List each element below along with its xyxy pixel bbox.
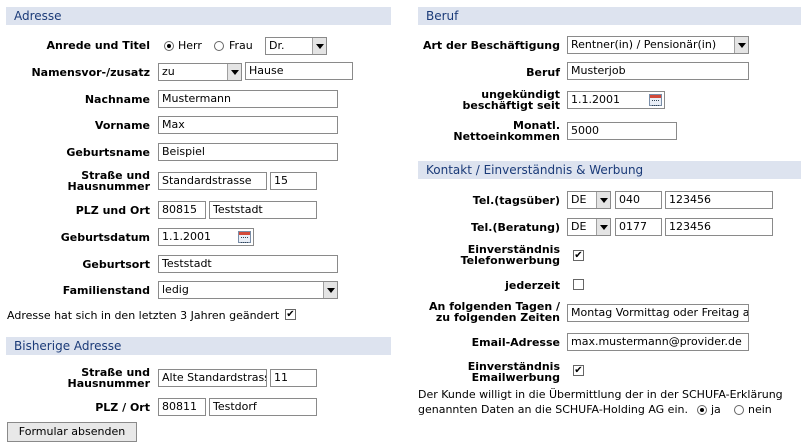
chevron-down-icon bbox=[596, 192, 610, 208]
job-input[interactable]: Musterjob bbox=[567, 62, 749, 80]
name-prefix-select[interactable]: zu bbox=[158, 63, 242, 81]
days-label-2: zu folgenden Zeiten bbox=[435, 311, 560, 324]
schufa-no-radio[interactable] bbox=[734, 405, 744, 415]
phone-consent-label-2: Telefonwerbung bbox=[460, 254, 560, 267]
chevron-down-icon bbox=[323, 282, 337, 298]
marital-select[interactable]: ledig bbox=[158, 281, 338, 299]
mr-radio[interactable] bbox=[164, 41, 174, 51]
chevron-down-icon bbox=[734, 37, 748, 53]
email-input[interactable]: max.mustermann@provider.de bbox=[567, 333, 749, 351]
job-section-header: Beruf bbox=[418, 7, 801, 25]
calendar-icon[interactable] bbox=[649, 94, 662, 106]
calendar-icon[interactable] bbox=[238, 231, 251, 243]
email-consent-checkbox[interactable]: ✔ bbox=[573, 365, 584, 376]
contact-section-header: Kontakt / Einverständnis & Werbung bbox=[418, 161, 801, 179]
birthplace-input[interactable]: Teststadt bbox=[158, 255, 338, 273]
city-input[interactable]: Teststadt bbox=[209, 201, 317, 219]
since-label-2: beschäftigt seit bbox=[462, 99, 560, 112]
phone-advice-number-input[interactable]: 123456 bbox=[665, 218, 773, 236]
phone-day-country-value: DE bbox=[571, 193, 587, 206]
phone-consent-checkbox[interactable]: ✔ bbox=[573, 250, 584, 261]
marital-value: ledig bbox=[162, 283, 189, 296]
phone-advice-country-value: DE bbox=[571, 220, 587, 233]
name-prefix-label: Namensvor-/zusatz bbox=[31, 66, 150, 79]
birthname-input[interactable]: Beispiel bbox=[158, 143, 338, 161]
chevron-down-icon bbox=[227, 64, 241, 80]
preferred-times-input[interactable]: Montag Vormittag oder Freitag ab bbox=[567, 304, 749, 322]
birthplace-label: Geburtsort bbox=[82, 258, 150, 271]
schufa-yes-label: ja bbox=[711, 403, 721, 416]
mrs-radio[interactable] bbox=[214, 41, 224, 51]
title-select-value: Dr. bbox=[269, 39, 285, 52]
address-changed-label: Adresse hat sich in den letzten 3 Jahren… bbox=[7, 309, 280, 322]
schufa-text-2: genannten Daten an die SCHUFA-Holding AG… bbox=[418, 403, 688, 416]
prev-zip-input[interactable]: 80811 bbox=[158, 398, 206, 416]
housenumber-input[interactable]: 15 bbox=[270, 172, 317, 190]
prev-street-input[interactable]: Alte Standardstrasse bbox=[158, 369, 267, 387]
mrs-label: Frau bbox=[229, 39, 253, 52]
birthdate-label: Geburtsdatum bbox=[60, 231, 150, 244]
phone-day-country-select[interactable]: DE bbox=[567, 191, 611, 209]
schufa-text-1: Der Kunde willigt in die Übermittlung de… bbox=[418, 388, 783, 401]
employment-value: Rentner(in) / Pensionär(in) bbox=[571, 38, 717, 51]
city-label: PLZ und Ort bbox=[75, 204, 150, 217]
lastname-label: Nachname bbox=[84, 93, 150, 106]
marital-label: Familienstand bbox=[62, 284, 150, 297]
prev-housenumber-input[interactable]: 11 bbox=[270, 369, 317, 387]
lastname-input[interactable]: Mustermann bbox=[158, 90, 338, 108]
email-consent-label-2: Emailwerbung bbox=[471, 371, 560, 384]
income-input[interactable]: 5000 bbox=[567, 122, 677, 140]
phone-advice-area-input[interactable]: 0177 bbox=[615, 218, 662, 236]
prev-city-label: PLZ / Ort bbox=[95, 401, 150, 414]
address-section-header: Adresse bbox=[6, 7, 391, 25]
phone-day-area-input[interactable]: 040 bbox=[615, 191, 662, 209]
prev-street-label-2: Hausnummer bbox=[67, 377, 150, 390]
employment-label: Art der Beschäftigung bbox=[422, 39, 560, 52]
firstname-input[interactable]: Max bbox=[158, 116, 338, 134]
submit-button[interactable]: Formular absenden bbox=[7, 422, 137, 442]
phone-day-label: Tel.(tagsüber) bbox=[472, 194, 560, 207]
chevron-down-icon bbox=[596, 219, 610, 235]
zip-input[interactable]: 80815 bbox=[158, 201, 206, 219]
anytime-label: jederzeit bbox=[505, 279, 560, 292]
address-changed-checkbox[interactable]: ✔ bbox=[285, 309, 296, 320]
income-label-2: Nettoeinkommen bbox=[453, 130, 560, 143]
previous-address-header: Bisherige Adresse bbox=[6, 337, 391, 355]
schufa-no-label: nein bbox=[748, 403, 772, 416]
street-input[interactable]: Standardstrasse bbox=[158, 172, 267, 190]
name-prefix-value: zu bbox=[162, 65, 175, 78]
name-suffix-input[interactable]: Hause bbox=[245, 62, 353, 80]
job-label: Beruf bbox=[526, 66, 560, 79]
street-label-2: Hausnummer bbox=[67, 180, 150, 193]
birthname-label: Geburtsname bbox=[66, 146, 150, 159]
prev-city-input[interactable]: Testdorf bbox=[209, 398, 317, 416]
phone-advice-country-select[interactable]: DE bbox=[567, 218, 611, 236]
salutation-label: Anrede und Titel bbox=[46, 39, 150, 52]
employment-select[interactable]: Rentner(in) / Pensionär(in) bbox=[567, 36, 749, 54]
firstname-label: Vorname bbox=[94, 119, 150, 132]
phone-advice-label: Tel.(Beratung) bbox=[471, 221, 560, 234]
title-select[interactable]: Dr. bbox=[265, 37, 327, 55]
mr-label: Herr bbox=[178, 39, 202, 52]
schufa-yes-radio[interactable] bbox=[697, 405, 707, 415]
anytime-checkbox[interactable] bbox=[573, 279, 584, 290]
chevron-down-icon bbox=[312, 38, 326, 54]
email-label: Email-Adresse bbox=[471, 336, 560, 349]
phone-day-number-input[interactable]: 123456 bbox=[665, 191, 773, 209]
